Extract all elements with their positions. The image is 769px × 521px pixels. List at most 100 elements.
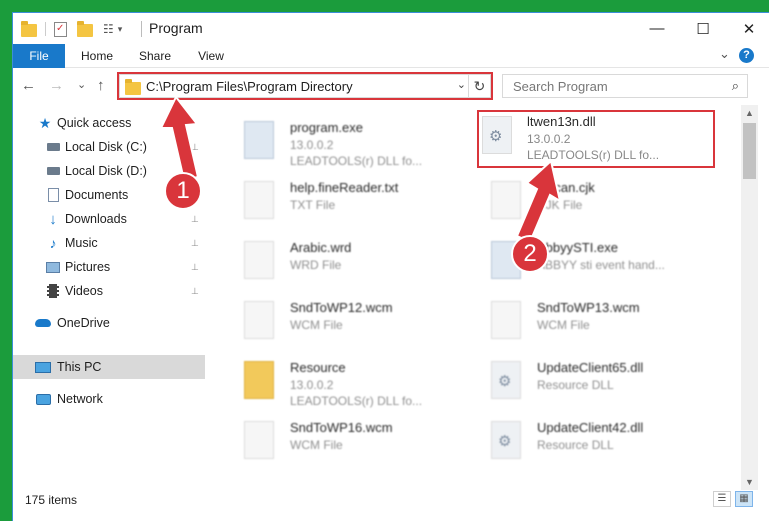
file-item[interactable]: help.fineReader.txt TXT File xyxy=(232,175,468,233)
sidebar-item-label: OneDrive xyxy=(57,316,110,330)
file-item[interactable]: SndToWP13.wcm WCM File xyxy=(479,295,715,353)
file-type: Resource DLL xyxy=(537,378,614,392)
tab-file[interactable]: File xyxy=(13,44,65,68)
file-type: WCM File xyxy=(290,318,343,332)
sidebar-item-label: Pictures xyxy=(65,260,111,274)
pin-icon[interactable]: ⊥ xyxy=(191,142,199,153)
file-item[interactable]: Resource 13.0.0.2 LEADTOOLS(r) DLL fo... xyxy=(232,355,468,413)
view-options-icon[interactable]: ☷ xyxy=(103,22,114,36)
details-view-icon[interactable]: ☰ xyxy=(713,491,731,507)
sidebar-item-videos[interactable]: Videos ⊥ xyxy=(13,279,205,303)
file-type: WCM File xyxy=(537,318,590,332)
sidebar-item-this-pc[interactable]: This PC xyxy=(13,355,205,379)
document-file-icon xyxy=(491,181,521,219)
back-button[interactable]: ← xyxy=(21,77,36,94)
annotation-highlight-address xyxy=(117,72,493,100)
file-name: help.fineReader.txt xyxy=(290,180,399,195)
document-icon xyxy=(45,188,61,202)
file-item[interactable]: Arabic.wrd WRD File xyxy=(232,235,468,293)
scroll-thumb[interactable] xyxy=(743,123,756,179)
help-icon[interactable]: ? xyxy=(739,48,754,63)
search-icon[interactable]: ⌕ xyxy=(732,78,739,94)
file-name: Arabic.wrd xyxy=(290,240,352,255)
tab-view[interactable]: View xyxy=(189,44,233,68)
pin-icon[interactable]: ⊥ xyxy=(191,286,199,297)
scroll-down-icon[interactable]: ▼ xyxy=(741,474,758,490)
file-name: AbbyySTI.exe xyxy=(537,240,618,255)
sidebar-item-music[interactable]: ♪ Music ⊥ xyxy=(13,231,205,255)
pin-icon[interactable]: ⊥ xyxy=(191,214,199,225)
exe-file-icon xyxy=(244,121,274,159)
vertical-scrollbar[interactable]: ▲ ▼ xyxy=(741,105,758,490)
file-name: SndToWP16.wcm xyxy=(290,420,393,435)
document-file-icon xyxy=(244,241,274,279)
file-type: CJK File xyxy=(537,198,583,212)
file-item[interactable]: SndToWP12.wcm WCM File xyxy=(232,295,468,353)
dll-file-icon xyxy=(491,421,521,459)
document-file-icon xyxy=(244,181,274,219)
file-description: LEADTOOLS(r) DLL fo... xyxy=(290,394,423,408)
file-type: WRD File xyxy=(290,258,342,272)
file-name: lo_can.cjk xyxy=(537,180,595,195)
sidebar-item-local-disk-c[interactable]: Local Disk (C:) ⊥ xyxy=(13,135,205,159)
computer-icon xyxy=(35,360,51,374)
up-button[interactable]: ↑ xyxy=(97,77,105,94)
sidebar-item-network[interactable]: Network xyxy=(13,387,205,411)
recent-locations-button[interactable]: ⌄ xyxy=(77,78,86,91)
document-file-icon xyxy=(244,421,274,459)
star-icon: ★ xyxy=(38,114,52,131)
scroll-up-icon[interactable]: ▲ xyxy=(741,105,758,121)
pin-icon[interactable]: ⊥ xyxy=(191,238,199,249)
sidebar-item-label: Videos xyxy=(65,284,103,298)
search-box[interactable]: Search Program ⌕ xyxy=(502,74,748,98)
file-description: ABBYY sti event hand... xyxy=(537,258,665,272)
navigation-pane: ★ Quick access Local Disk (C:) ⊥ Local D… xyxy=(13,105,207,490)
forward-button[interactable]: → xyxy=(49,77,64,94)
annotation-highlight-file xyxy=(477,110,715,168)
pin-icon[interactable]: ⊥ xyxy=(191,262,199,273)
dll-file-icon xyxy=(491,361,521,399)
ribbon-tabs: File Home Share View ⌄ ? xyxy=(13,44,769,68)
file-item[interactable]: SndToWP16.wcm WCM File xyxy=(232,415,468,473)
sidebar-item-label: Music xyxy=(65,236,98,250)
maximize-button[interactable]: ☐ xyxy=(680,13,726,44)
drive-icon xyxy=(45,164,61,178)
close-button[interactable]: ✕ xyxy=(726,13,769,44)
sidebar-item-quick-access[interactable]: ★ Quick access xyxy=(13,111,205,135)
music-icon: ♪ xyxy=(49,235,57,251)
search-input[interactable]: Search Program xyxy=(513,79,608,94)
document-file-icon xyxy=(244,301,274,339)
folder-icon[interactable] xyxy=(21,21,37,37)
new-folder-icon[interactable] xyxy=(77,21,93,37)
document-file-icon xyxy=(491,301,521,339)
file-name: SndToWP13.wcm xyxy=(537,300,640,315)
minimize-button[interactable]: — xyxy=(634,13,680,44)
status-bar: 175 items ☰ ▦ xyxy=(13,490,769,521)
sidebar-item-onedrive[interactable]: OneDrive xyxy=(13,311,205,335)
file-item[interactable]: UpdateClient65.dll Resource DLL xyxy=(479,355,715,413)
file-item[interactable]: lo_can.cjk CJK File xyxy=(479,175,715,233)
tab-share[interactable]: Share xyxy=(133,44,177,68)
tab-home[interactable]: Home xyxy=(75,44,119,68)
annotation-marker-2: 2 xyxy=(511,235,549,273)
file-name: UpdateClient65.dll xyxy=(537,360,644,375)
large-icons-view-icon[interactable]: ▦ xyxy=(735,491,753,507)
file-version: 13.0.0.2 xyxy=(290,138,334,152)
file-name: UpdateClient42.dll xyxy=(537,420,644,435)
expand-ribbon-icon[interactable]: ⌄ xyxy=(719,46,730,62)
sidebar-item-downloads[interactable]: ↓ Downloads ⊥ xyxy=(13,207,205,231)
sidebar-item-pictures[interactable]: Pictures ⊥ xyxy=(13,255,205,279)
properties-icon[interactable]: ✓ xyxy=(54,21,67,37)
file-name: Resource xyxy=(290,360,346,375)
file-item[interactable]: program.exe 13.0.0.2 LEADTOOLS(r) DLL fo… xyxy=(232,115,468,173)
item-count: 175 items xyxy=(25,493,78,507)
separator xyxy=(45,22,46,36)
cloud-icon xyxy=(35,316,51,330)
file-item[interactable]: UpdateClient42.dll Resource DLL xyxy=(479,415,715,473)
customize-toolbar-icon[interactable]: ▾ xyxy=(118,24,123,35)
sidebar-item-label: Local Disk (D:) xyxy=(65,164,147,178)
file-type: TXT File xyxy=(290,198,336,212)
window-title: Program xyxy=(149,20,203,36)
folder-file-icon xyxy=(244,361,274,399)
network-icon xyxy=(35,392,51,406)
